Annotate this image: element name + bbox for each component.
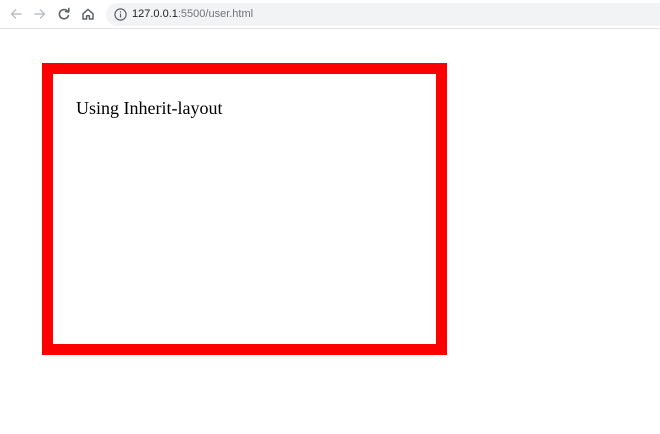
bordered-box: Using Inherit-layout	[42, 63, 447, 355]
forward-button[interactable]	[29, 4, 51, 24]
arrow-right-icon	[34, 9, 46, 19]
browser-toolbar: 127.0.0.1:5500/user.html	[0, 0, 660, 29]
arrow-left-icon	[10, 9, 22, 19]
box-text: Using Inherit-layout	[76, 98, 223, 118]
page-viewport: Using Inherit-layout	[0, 29, 660, 434]
reload-icon	[58, 7, 70, 20]
info-circle-icon[interactable]	[114, 8, 127, 21]
home-button[interactable]	[77, 4, 99, 24]
reload-button[interactable]	[53, 4, 75, 24]
url-host: 127.0.0.1	[132, 8, 178, 20]
url-path: :5500/user.html	[177, 8, 254, 20]
home-icon	[82, 8, 94, 20]
url-text[interactable]: 127.0.0.1:5500/user.html	[132, 7, 253, 22]
address-bar[interactable]: 127.0.0.1:5500/user.html	[106, 3, 660, 26]
back-button[interactable]	[5, 4, 27, 24]
